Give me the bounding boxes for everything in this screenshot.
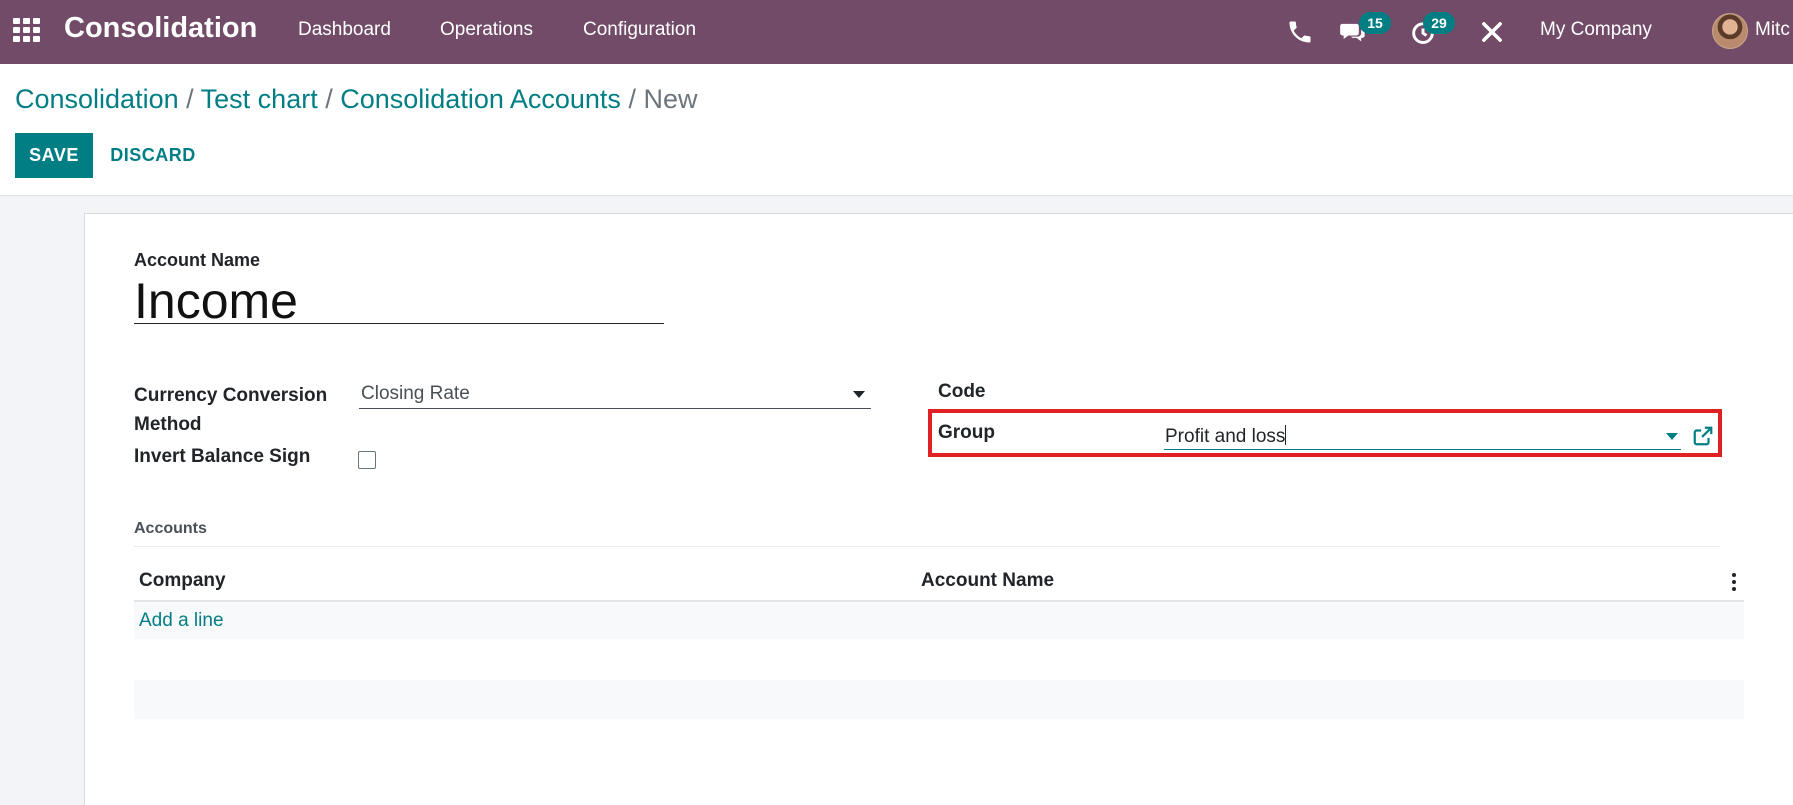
menu-configuration[interactable]: Configuration bbox=[583, 19, 696, 41]
group-label: Group bbox=[938, 422, 995, 443]
group-dropdown-icon[interactable] bbox=[1666, 433, 1678, 440]
add-line-link[interactable]: Add a line bbox=[139, 610, 224, 632]
accounts-section-title: Accounts bbox=[134, 520, 207, 537]
discard-button[interactable]: DISCARD bbox=[100, 133, 206, 178]
menu-dashboard[interactable]: Dashboard bbox=[298, 19, 391, 41]
currency-method-label-line1: Currency Conversion bbox=[134, 385, 328, 406]
group-input[interactable]: Profit and loss bbox=[1164, 422, 1681, 450]
form-sheet: Account Name Income Currency Conversion … bbox=[84, 213, 1793, 805]
invert-balance-checkbox[interactable] bbox=[358, 451, 376, 469]
group-value: Profit and loss bbox=[1165, 425, 1287, 447]
invert-balance-label: Invert Balance Sign bbox=[134, 446, 311, 467]
currency-method-value: Closing Rate bbox=[361, 383, 470, 404]
breadcrumb-separator: / bbox=[186, 84, 194, 114]
column-company[interactable]: Company bbox=[139, 570, 226, 592]
currency-method-select[interactable]: Closing Rate bbox=[359, 379, 871, 409]
chevron-down-icon bbox=[853, 391, 865, 398]
breadcrumb-consolidation[interactable]: Consolidation bbox=[15, 84, 179, 114]
account-name-label: Account Name bbox=[134, 250, 261, 270]
save-button[interactable]: SAVE bbox=[15, 133, 93, 178]
column-account-name[interactable]: Account Name bbox=[921, 570, 1054, 592]
optional-columns-icon[interactable] bbox=[1732, 573, 1736, 591]
top-navbar: Consolidation Dashboard Operations Confi… bbox=[0, 0, 1793, 64]
external-link-icon[interactable] bbox=[1692, 425, 1714, 447]
menu-operations[interactable]: Operations bbox=[440, 19, 533, 41]
code-label: Code bbox=[938, 381, 986, 402]
activities-badge: 29 bbox=[1423, 12, 1455, 34]
debug-tools-icon[interactable] bbox=[1478, 18, 1506, 46]
currency-method-label: Currency Conversion Method bbox=[134, 381, 327, 439]
breadcrumb-test-chart[interactable]: Test chart bbox=[201, 84, 318, 114]
breadcrumb-current: New bbox=[643, 84, 698, 114]
control-panel: Consolidation / Test chart / Consolidati… bbox=[0, 64, 1793, 196]
breadcrumb-consolidation-accounts[interactable]: Consolidation Accounts bbox=[340, 84, 621, 114]
apps-menu-icon[interactable] bbox=[13, 18, 41, 42]
section-divider bbox=[134, 546, 1720, 547]
company-switcher[interactable]: My Company bbox=[1540, 19, 1652, 41]
currency-method-label-line2: Method bbox=[134, 414, 202, 435]
app-brand[interactable]: Consolidation bbox=[64, 12, 257, 45]
table-row: Add a line bbox=[134, 602, 1744, 639]
user-avatar[interactable] bbox=[1712, 13, 1748, 49]
table-row bbox=[134, 680, 1744, 719]
form-view: Account Name Income Currency Conversion … bbox=[0, 196, 1793, 805]
account-name-input[interactable]: Income bbox=[134, 276, 664, 326]
user-name[interactable]: Mitc bbox=[1755, 19, 1790, 41]
messages-badge: 15 bbox=[1359, 12, 1391, 34]
phone-icon[interactable] bbox=[1286, 18, 1314, 46]
breadcrumb-separator: / bbox=[325, 84, 333, 114]
breadcrumb-separator: / bbox=[628, 84, 636, 114]
breadcrumb: Consolidation / Test chart / Consolidati… bbox=[15, 84, 698, 115]
